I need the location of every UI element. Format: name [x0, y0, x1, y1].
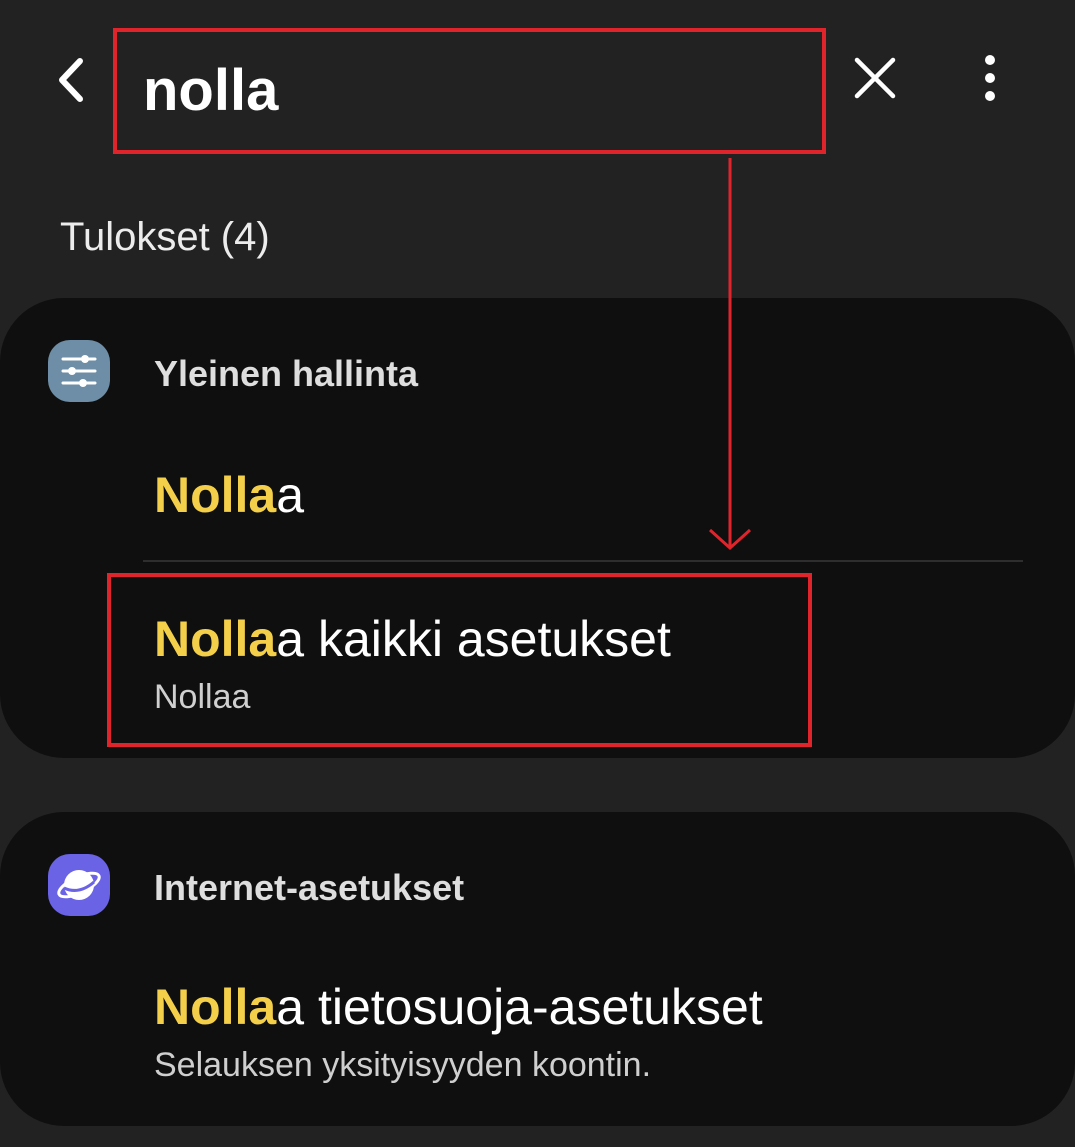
sliders-icon	[48, 340, 110, 402]
result-title-highlight: Nolla	[154, 467, 277, 523]
clear-search-button[interactable]	[845, 48, 905, 108]
back-button[interactable]	[40, 50, 100, 110]
result-item-reset-privacy-settings[interactable]: Nollaa tietosuoja-asetukset Selauksen yk…	[110, 962, 1020, 1112]
result-item-reset-all-settings[interactable]: Nollaa kaikki asetukset Nollaa	[110, 574, 1020, 744]
close-icon	[854, 57, 896, 99]
app-label: Yleinen hallinta	[154, 353, 419, 394]
result-title-highlight: Nolla	[154, 611, 277, 667]
result-title-rest: a tietosuoja-asetukset	[276, 979, 763, 1035]
results-count: Tulokset (4)	[60, 215, 270, 259]
divider	[143, 560, 1023, 562]
chevron-left-icon	[59, 58, 83, 102]
result-group-general-management: Yleinen hallinta Nollaa Nollaa kaikki as…	[0, 298, 1075, 758]
planet-icon	[48, 854, 110, 916]
result-title-rest: a kaikki asetukset	[276, 611, 671, 667]
result-subtitle: Selauksen yksityisyyden koontin.	[154, 1046, 652, 1084]
app-label: Internet-asetukset	[154, 867, 465, 908]
search-screen: Tulokset (4) Yleinen hallinta Nollaa Nol…	[0, 0, 1075, 1147]
result-title: Nollaa kaikki asetukset	[154, 610, 671, 668]
result-title-highlight: Nolla	[154, 979, 277, 1035]
result-title: Nollaa tietosuoja-asetukset	[154, 978, 763, 1036]
more-vertical-icon	[985, 55, 995, 101]
more-options-button[interactable]	[960, 48, 1020, 108]
result-item-reset[interactable]: Nollaa	[110, 446, 1020, 556]
result-subtitle: Nollaa	[154, 678, 251, 716]
search-input[interactable]	[143, 52, 783, 128]
result-title-rest: a	[276, 467, 305, 523]
search-field[interactable]	[115, 30, 825, 152]
result-title: Nollaa	[154, 466, 304, 524]
result-group-internet-settings: Internet-asetukset Nollaa tietosuoja-ase…	[0, 812, 1075, 1126]
